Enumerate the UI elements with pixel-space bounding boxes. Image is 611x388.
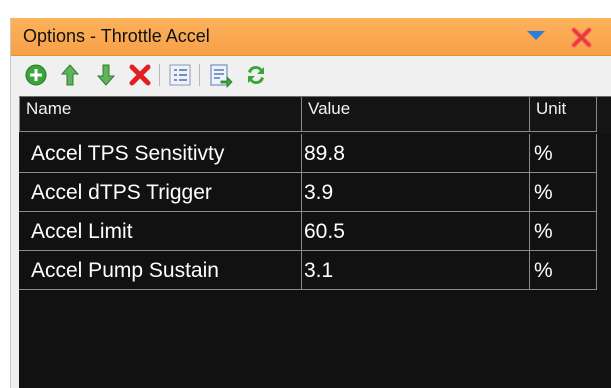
cell-value[interactable]: 3.1 [302, 251, 530, 290]
chevron-down-icon[interactable] [527, 31, 545, 40]
add-icon[interactable] [23, 62, 49, 88]
options-panel: Options - Throttle Accel Name Value Unit… [10, 18, 611, 388]
cell-unit: % [530, 251, 597, 290]
panel-titlebar[interactable]: Options - Throttle Accel [11, 18, 611, 56]
column-header-name[interactable]: Name [19, 97, 302, 132]
move-down-icon[interactable] [93, 62, 119, 88]
cell-value[interactable]: 60.5 [302, 212, 530, 251]
column-header-unit[interactable]: Unit [530, 97, 597, 132]
cell-name: Accel dTPS Trigger [19, 173, 302, 212]
table-row[interactable]: Accel Pump Sustain 3.1 % [19, 251, 611, 290]
move-up-icon[interactable] [57, 62, 83, 88]
cell-unit: % [530, 212, 597, 251]
cell-value[interactable]: 3.9 [302, 173, 530, 212]
cell-name: Accel Limit [19, 212, 302, 251]
import-icon[interactable] [207, 62, 233, 88]
toolbar-divider [159, 64, 160, 86]
cell-value[interactable]: 89.8 [302, 134, 530, 173]
options-grid: Name Value Unit Accel TPS Sensitivty 89.… [19, 96, 611, 388]
list-edit-icon[interactable] [167, 62, 193, 88]
refresh-icon[interactable] [243, 62, 269, 88]
grid-header: Name Value Unit [19, 97, 611, 134]
table-row[interactable]: Accel dTPS Trigger 3.9 % [19, 173, 611, 212]
cell-name: Accel TPS Sensitivty [19, 134, 302, 173]
cell-name: Accel Pump Sustain [19, 251, 302, 290]
cell-unit: % [530, 173, 597, 212]
table-row[interactable]: Accel Limit 60.5 % [19, 212, 611, 251]
table-row[interactable]: Accel TPS Sensitivty 89.8 % [19, 134, 611, 173]
close-icon[interactable] [569, 24, 595, 50]
cell-unit: % [530, 134, 597, 173]
toolbar-divider [199, 64, 200, 86]
panel-title: Options - Throttle Accel [23, 26, 210, 46]
delete-icon[interactable] [127, 62, 153, 88]
column-header-value[interactable]: Value [302, 97, 530, 132]
toolbar [11, 56, 611, 94]
